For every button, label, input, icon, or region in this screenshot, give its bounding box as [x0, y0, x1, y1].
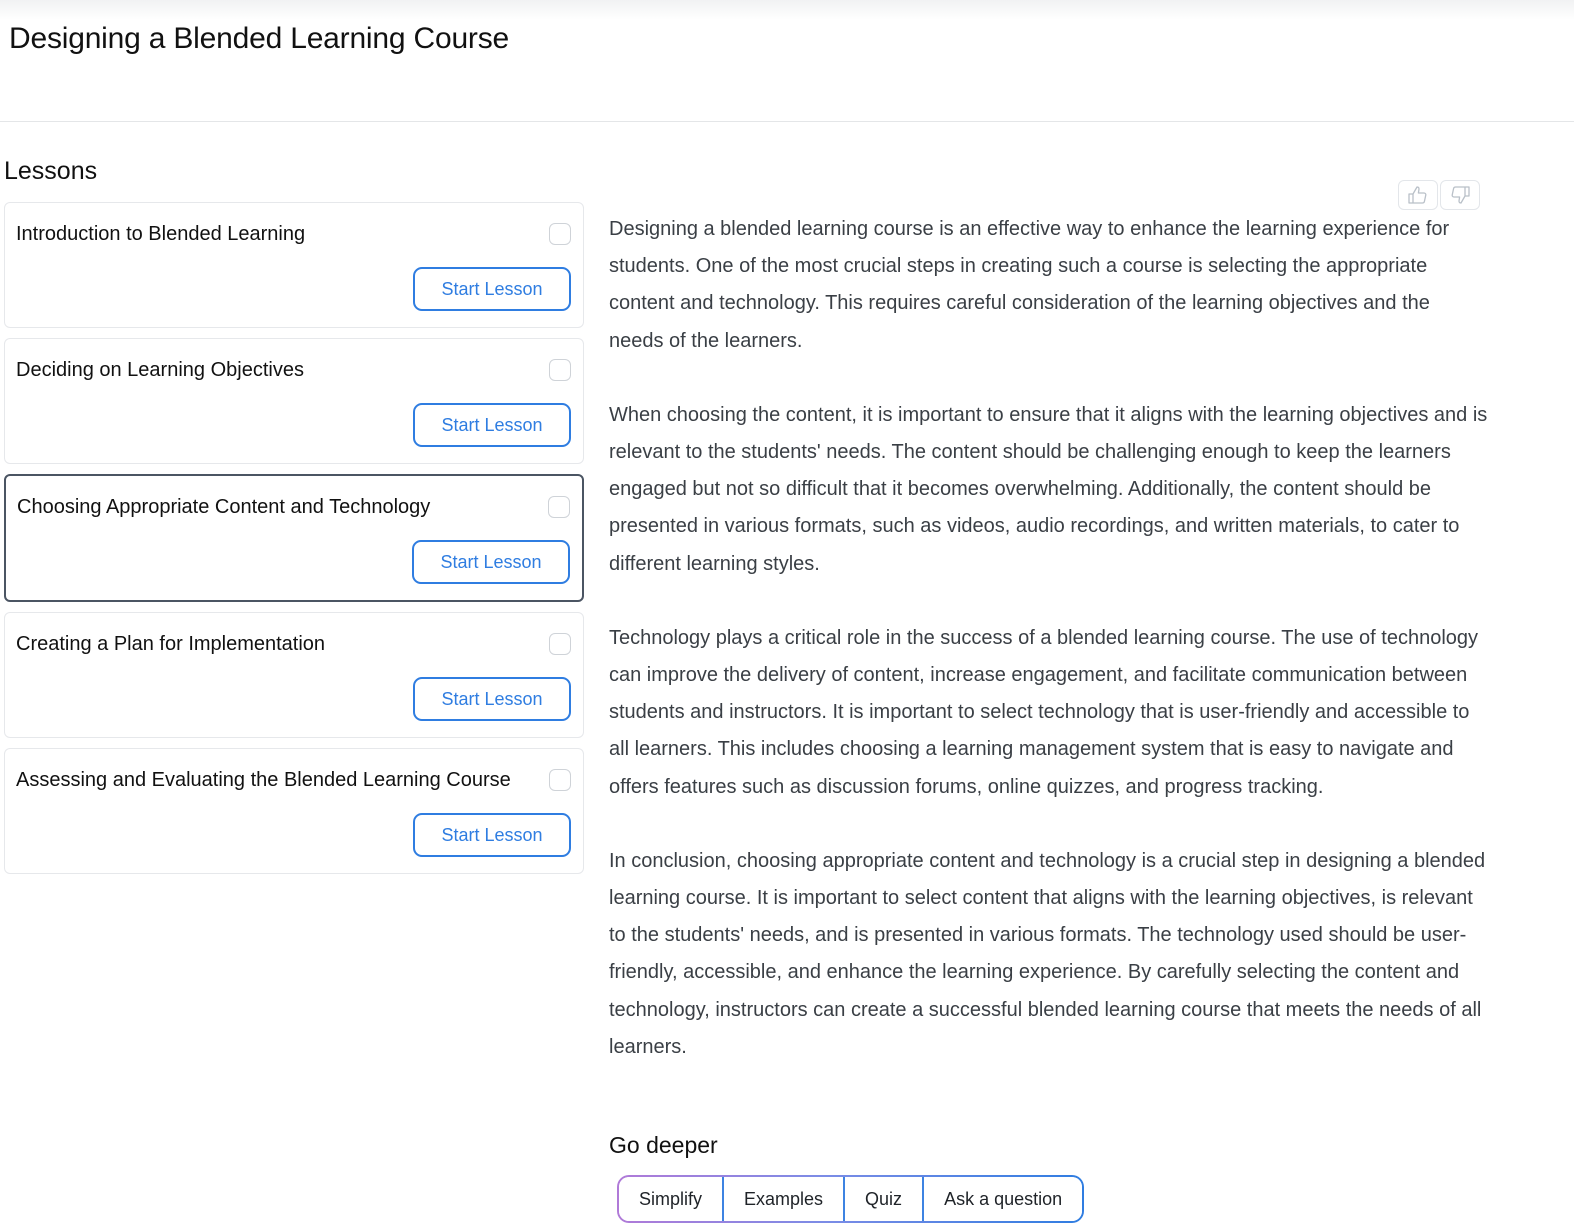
lesson-checkbox[interactable] [549, 633, 571, 655]
feedback-buttons [1398, 180, 1480, 210]
lesson-title: Creating a Plan for Implementation [16, 633, 326, 655]
lesson-title: Assessing and Evaluating the Blended Lea… [16, 769, 511, 791]
lesson-list: Introduction to Blended Learning Start L… [4, 202, 584, 884]
lesson-checkbox[interactable] [549, 359, 571, 381]
start-lesson-button[interactable]: Start Lesson [413, 677, 571, 721]
start-lesson-button[interactable]: Start Lesson [412, 540, 570, 584]
lesson-title: Deciding on Learning Objectives [16, 359, 304, 381]
go-deeper-buttons: Simplify Examples Quiz Ask a question [619, 1177, 1083, 1221]
start-lesson-button[interactable]: Start Lesson [413, 267, 571, 311]
simplify-button[interactable]: Simplify [619, 1177, 723, 1221]
lesson-title: Introduction to Blended Learning [16, 223, 306, 245]
top-bar-shade [0, 0, 1574, 20]
quiz-button[interactable]: Quiz [843, 1177, 923, 1221]
thumbs-up-icon [1408, 186, 1427, 204]
thumbs-up-button[interactable] [1398, 180, 1438, 210]
start-lesson-button[interactable]: Start Lesson [413, 403, 571, 447]
go-deeper-heading: Go deeper [609, 1132, 718, 1158]
lesson-checkbox[interactable] [549, 223, 571, 245]
lesson-checkbox[interactable] [548, 496, 570, 518]
content-paragraph: In conclusion, choosing appropriate cont… [609, 849, 1486, 1058]
lesson-title: Choosing Appropriate Content and Technol… [17, 496, 431, 518]
ask-question-button[interactable]: Ask a question [922, 1177, 1083, 1221]
content-paragraph: Designing a blended learning course is a… [609, 218, 1450, 352]
start-lesson-button[interactable]: Start Lesson [413, 813, 571, 857]
content-paragraph: Technology plays a critical role in the … [609, 626, 1479, 798]
page-title: Designing a Blended Learning Course [9, 22, 510, 55]
lesson-checkbox[interactable] [549, 769, 571, 791]
lesson-card-active[interactable]: Choosing Appropriate Content and Technol… [4, 474, 584, 602]
examples-button[interactable]: Examples [722, 1177, 844, 1221]
go-deeper-button-group: Simplify Examples Quiz Ask a question [617, 1175, 1085, 1223]
lessons-heading: Lessons [4, 157, 98, 185]
thumbs-down-icon [1451, 186, 1470, 204]
lesson-card[interactable]: Introduction to Blended Learning Start L… [4, 202, 584, 328]
lesson-content: Designing a blended learning course is a… [609, 211, 1489, 1103]
lesson-card[interactable]: Deciding on Learning Objectives Start Le… [4, 338, 584, 464]
header-divider [0, 121, 1574, 122]
content-paragraph: When choosing the content, it is importa… [609, 403, 1488, 575]
lesson-card[interactable]: Creating a Plan for Implementation Start… [4, 612, 584, 738]
thumbs-down-button[interactable] [1440, 180, 1480, 210]
lesson-card[interactable]: Assessing and Evaluating the Blended Lea… [4, 748, 584, 874]
